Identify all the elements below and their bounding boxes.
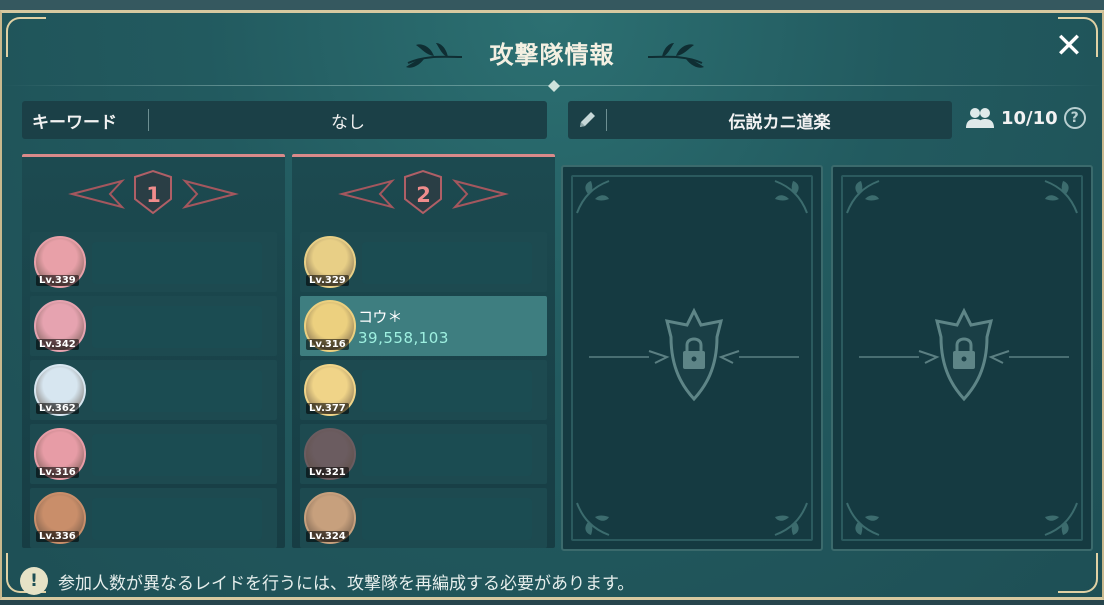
lock-icon xyxy=(589,307,799,402)
leaf-ornament-icon xyxy=(846,180,880,214)
close-button[interactable]: ✕ xyxy=(1052,29,1086,65)
party-header: 1 xyxy=(22,157,285,225)
squad-name-field[interactable]: 伝説カニ道楽 xyxy=(568,101,952,139)
member-count-value: 10/10 xyxy=(1001,107,1058,129)
notice-bar: ! 参加人数が異なるレイドを行うには、攻撃隊を再編成する必要があります。 xyxy=(20,561,1086,601)
level-badge: Lv.329 xyxy=(306,275,349,286)
party-member-slot[interactable]: Lv.321 xyxy=(300,424,547,484)
attack-squad-info-dialog: 攻撃隊情報 ✕ キーワード なし 伝説カニ道楽 10/10 ? 1 Lv.339… xyxy=(0,10,1104,600)
party-member-slot[interactable]: Lv.342 xyxy=(30,296,277,356)
party-member-slot[interactable]: Lv.377 xyxy=(300,360,547,420)
party-panel-1: 1 Lv.339 Lv.342 Lv.362 Lv.316 Lv.336 xyxy=(22,154,285,548)
party-member-slot[interactable]: Lv.362 xyxy=(30,360,277,420)
keyword-filter[interactable]: キーワード なし xyxy=(22,101,547,139)
hidden-member-info xyxy=(362,370,532,412)
locked-party-slot-4 xyxy=(831,165,1093,551)
level-badge: Lv.336 xyxy=(36,531,79,542)
level-badge: Lv.342 xyxy=(36,339,79,350)
party-member-slot[interactable]: Lv.316 xyxy=(30,424,277,484)
pencil-icon[interactable] xyxy=(568,101,606,139)
level-badge: Lv.362 xyxy=(36,403,79,414)
party-member-slot[interactable]: Lv.336 xyxy=(30,488,277,548)
hidden-member-info xyxy=(92,242,262,284)
leaf-ornament-icon xyxy=(647,43,704,68)
keyword-label: キーワード xyxy=(32,112,117,133)
title-bar: 攻撃隊情報 ✕ xyxy=(2,13,1102,92)
level-badge: Lv.339 xyxy=(36,275,79,286)
level-badge: Lv.316 xyxy=(36,467,79,478)
level-badge: Lv.321 xyxy=(306,467,349,478)
party-number: 1 xyxy=(146,183,161,207)
member-count: 10/10 ? xyxy=(965,107,1086,129)
party-member-slot[interactable]: Lv.329 xyxy=(300,232,547,292)
hidden-member-info xyxy=(92,498,262,540)
hidden-member-info xyxy=(92,370,262,412)
level-badge: Lv.324 xyxy=(306,531,349,542)
hidden-member-info xyxy=(92,306,262,348)
level-badge: Lv.316 xyxy=(306,339,349,350)
leaf-ornament-icon xyxy=(774,502,808,536)
party-panel-2: 2 Lv.329 Lv.316 コウ＊ 39,558,103 Lv.377 Lv.321 L… xyxy=(292,154,555,548)
member-name: コウ＊ xyxy=(358,308,403,326)
squad-name[interactable]: 伝説カニ道楽 xyxy=(607,108,952,133)
help-icon[interactable]: ? xyxy=(1063,107,1086,129)
dialog-title: 攻撃隊情報 xyxy=(489,41,615,69)
leaf-ornament-icon xyxy=(1044,502,1078,536)
hidden-member-info xyxy=(362,498,532,540)
leaf-ornament-icon xyxy=(774,180,808,214)
party-member-slot[interactable]: Lv.324 xyxy=(300,488,547,548)
people-icon xyxy=(966,108,994,128)
exclamation-icon: ! xyxy=(20,567,48,595)
notice-text: 参加人数が異なるレイドを行うには、攻撃隊を再編成する必要があります。 xyxy=(58,573,635,594)
leaf-ornament-icon xyxy=(576,502,610,536)
party-member-slot[interactable]: Lv.316 コウ＊ 39,558,103 xyxy=(300,296,547,356)
hidden-member-info xyxy=(362,434,532,476)
leaf-ornament-icon xyxy=(1044,180,1078,214)
leaf-ornament-icon xyxy=(576,180,610,214)
party-member-slot[interactable]: Lv.339 xyxy=(30,232,277,292)
keyword-value[interactable]: なし xyxy=(149,108,547,133)
diamond-ornament-icon xyxy=(548,80,560,92)
party-number: 2 xyxy=(416,183,431,207)
level-badge: Lv.377 xyxy=(306,403,349,414)
hidden-member-info xyxy=(362,242,532,284)
party-header: 2 xyxy=(292,157,555,225)
hidden-member-info xyxy=(92,434,262,476)
member-power: 39,558,103 xyxy=(358,329,449,347)
leaf-ornament-icon xyxy=(846,502,880,536)
lock-icon xyxy=(859,307,1069,402)
locked-party-slot-3 xyxy=(561,165,823,551)
close-icon: ✕ xyxy=(1054,26,1084,66)
